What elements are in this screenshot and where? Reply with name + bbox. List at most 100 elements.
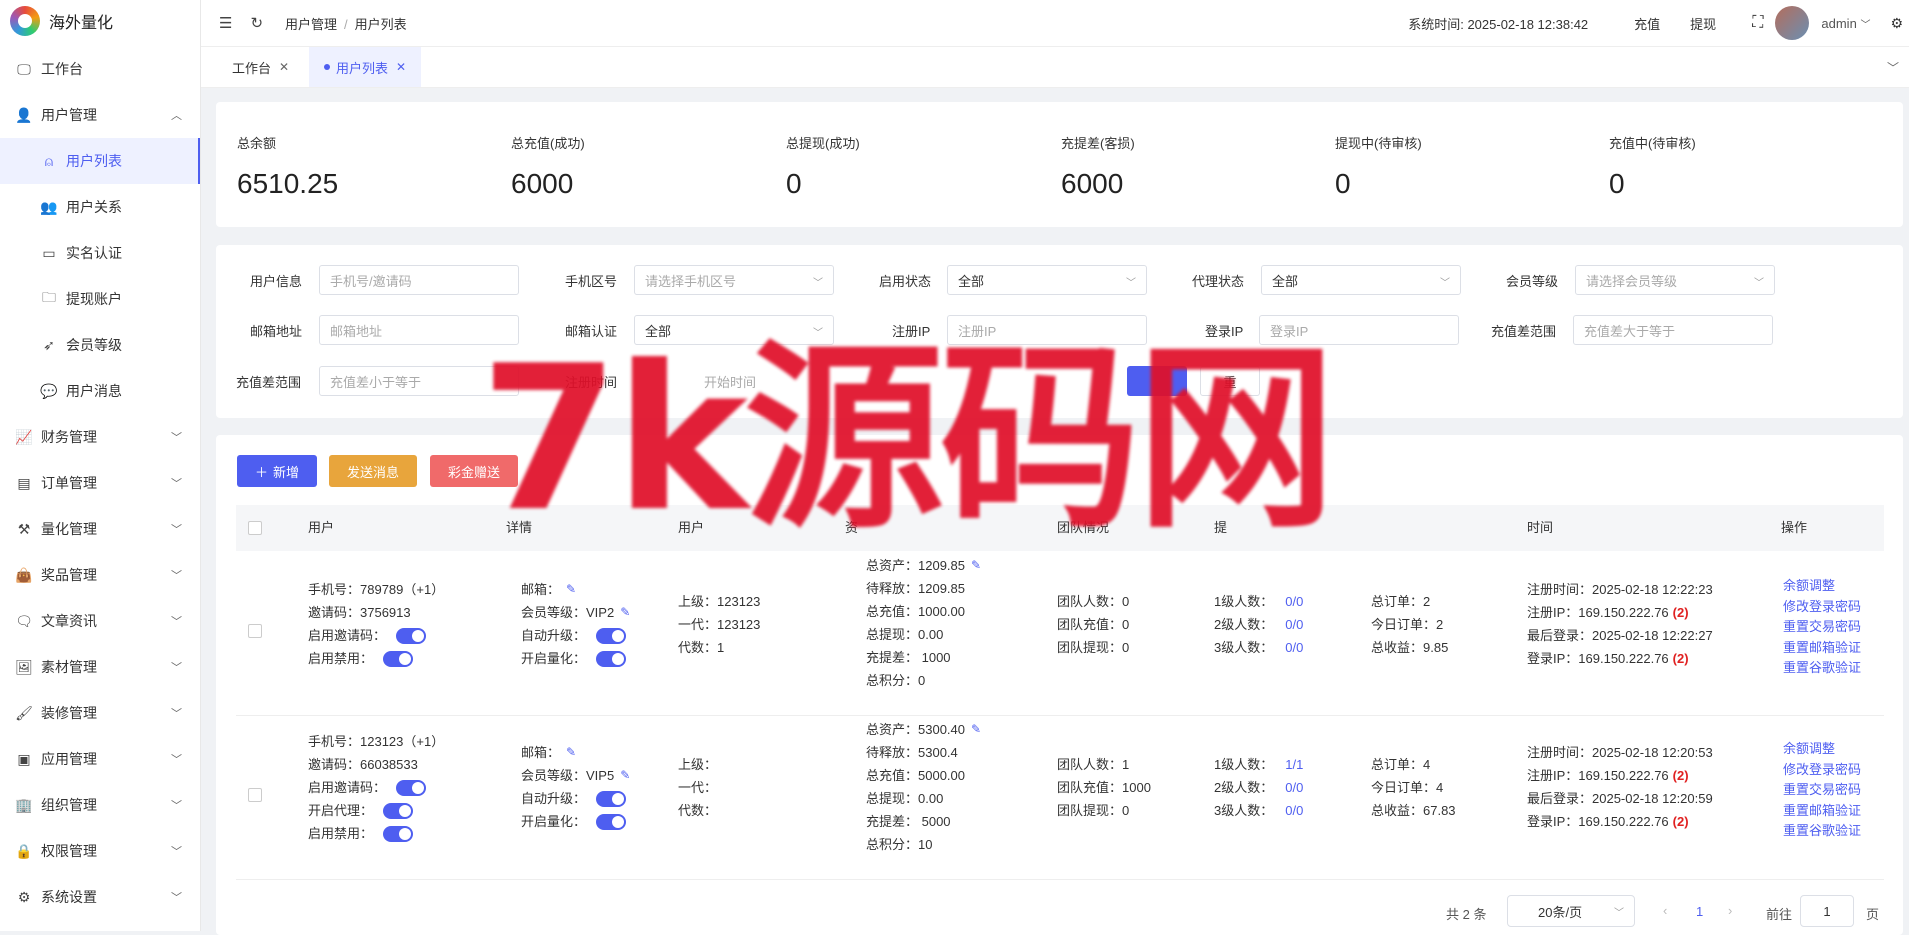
- adjust-balance-link[interactable]: 余额调整: [1783, 576, 1861, 597]
- phone-area-select[interactable]: 请选择手机区号 ﹀: [634, 265, 834, 295]
- sidebar-item-quant[interactable]: ⚒ 量化管理 ﹀: [0, 506, 200, 552]
- sidebar-item-orders[interactable]: ▤ 订单管理 ﹀: [0, 460, 200, 506]
- edit-icon[interactable]: ✎: [971, 718, 981, 741]
- sidebar-item-real-name[interactable]: ▭ 实名认证: [0, 230, 200, 276]
- reg-ip-input[interactable]: 注册IP: [947, 315, 1147, 345]
- row-checkbox[interactable]: [248, 624, 262, 638]
- sidebar-item-articles[interactable]: 🗨 文章资讯 ﹀: [0, 598, 200, 644]
- sidebar-item-user-relation[interactable]: 👥 用户关系: [0, 184, 200, 230]
- level-value[interactable]: 0/0: [1285, 799, 1303, 822]
- reset-google-verify-link[interactable]: 重置谷歌验证: [1783, 821, 1861, 842]
- col-user: 用户: [308, 520, 335, 535]
- diff-min-input[interactable]: 充值差大于等于: [1573, 315, 1773, 345]
- sidebar-item-user-list[interactable]: ⍝ 用户列表: [0, 138, 200, 184]
- sidebar-item-organization[interactable]: 🏢 组织管理 ﹀: [0, 782, 200, 828]
- login-ip-input[interactable]: 登录IP: [1259, 315, 1459, 345]
- sidebar-item-workbench[interactable]: 🖵 工作台: [0, 46, 200, 92]
- edit-icon[interactable]: ✎: [971, 554, 981, 577]
- menu-fold-icon[interactable]: ☰: [219, 14, 232, 32]
- prev-page-icon[interactable]: ‹: [1663, 903, 1667, 918]
- sidebar-item-permissions[interactable]: 🔒 权限管理 ﹀: [0, 828, 200, 874]
- agent-toggle[interactable]: [383, 802, 414, 819]
- invite-code-toggle[interactable]: [396, 627, 427, 644]
- gift-bonus-button[interactable]: 彩金赠送: [430, 455, 518, 487]
- next-page-icon[interactable]: ›: [1728, 903, 1732, 918]
- enable-toggle[interactable]: [383, 825, 414, 842]
- close-icon[interactable]: ✕: [279, 60, 289, 74]
- sidebar-item-user-management[interactable]: 👤 用户管理 ︿: [0, 92, 200, 138]
- edit-icon[interactable]: ✎: [620, 601, 630, 624]
- reset-button[interactable]: 重: [1200, 366, 1260, 396]
- reset-trade-password-link[interactable]: 重置交易密码: [1783, 780, 1861, 801]
- stat-label: 提现中(待审核): [1335, 136, 1422, 151]
- reg-time-picker[interactable]: 开始时间: [634, 366, 834, 396]
- email-input[interactable]: 邮箱地址: [319, 315, 519, 345]
- stat-label: 总余额: [237, 136, 277, 151]
- sidebar-item-settings[interactable]: ⚙ 系统设置 ﹀: [0, 874, 200, 920]
- chevron-down-icon[interactable]: ﹀: [1887, 59, 1899, 76]
- sidebar-item-user-message[interactable]: 💬 用户消息: [0, 368, 200, 414]
- refresh-icon[interactable]: ↻: [250, 14, 263, 32]
- tab-workbench[interactable]: 工作台 ✕: [217, 47, 304, 87]
- adjust-balance-link[interactable]: 余额调整: [1783, 739, 1861, 760]
- sidebar-item-decoration[interactable]: 🖌 装修管理 ﹀: [0, 690, 200, 736]
- reset-email-verify-link[interactable]: 重置邮箱验证: [1783, 801, 1861, 822]
- sidebar-item-prizes[interactable]: 👜 奖品管理 ﹀: [0, 552, 200, 598]
- avatar[interactable]: [1775, 6, 1810, 40]
- page-jump-input[interactable]: 1: [1800, 895, 1854, 927]
- enable-status-select[interactable]: 全部 ﹀: [947, 265, 1147, 295]
- change-login-password-link[interactable]: 修改登录密码: [1783, 760, 1861, 781]
- agent-status-select[interactable]: 全部 ﹀: [1261, 265, 1461, 295]
- breadcrumb-item[interactable]: 用户管理: [285, 17, 337, 32]
- withdraw-link[interactable]: 提现: [1690, 14, 1716, 33]
- gear-icon[interactable]: ⚙: [1890, 15, 1903, 32]
- edit-icon[interactable]: ✎: [566, 741, 576, 764]
- sidebar-item-withdraw-account[interactable]: 🗀 提现账户: [0, 276, 200, 322]
- page-size-select[interactable]: 20条/页 ﹀: [1507, 895, 1635, 927]
- recharge-link[interactable]: 充值: [1634, 14, 1660, 33]
- users-icon: 👥: [40, 198, 58, 215]
- tab-user-list[interactable]: 用户列表 ✕: [309, 47, 422, 87]
- auto-upgrade-toggle[interactable]: [596, 790, 627, 807]
- add-button[interactable]: ＋ 新增: [237, 455, 317, 487]
- level-value[interactable]: 1/1: [1285, 753, 1303, 776]
- reset-google-verify-link[interactable]: 重置谷歌验证: [1783, 658, 1861, 679]
- parent: 上级：: [678, 757, 718, 772]
- tabs-bar: 工作台 ✕ 用户列表 ✕ ﹀: [201, 47, 1909, 88]
- sidebar-item-materials[interactable]: 🖼 素材管理 ﹀: [0, 644, 200, 690]
- level-value[interactable]: 0/0: [1285, 636, 1303, 659]
- close-icon[interactable]: ✕: [396, 60, 406, 74]
- page-jump-value: 1: [1823, 903, 1831, 919]
- search-button[interactable]: [1127, 366, 1187, 396]
- member-level-select[interactable]: 请选择会员等级 ﹀: [1575, 265, 1775, 295]
- change-login-password-link[interactable]: 修改登录密码: [1783, 597, 1861, 618]
- auto-upgrade-toggle[interactable]: [596, 627, 627, 644]
- user-info-input[interactable]: 手机号/邀请码: [319, 265, 519, 295]
- select-all-checkbox[interactable]: [248, 521, 262, 535]
- reset-email-verify-link[interactable]: 重置邮箱验证: [1783, 638, 1861, 659]
- sidebar-item-finance[interactable]: 📈 财务管理 ﹀: [0, 414, 200, 460]
- level-value[interactable]: 0/0: [1285, 776, 1303, 799]
- row-checkbox[interactable]: [248, 788, 262, 802]
- sidebar-item-apps[interactable]: ▣ 应用管理 ﹀: [0, 736, 200, 782]
- edit-icon[interactable]: ✎: [566, 578, 576, 601]
- logo[interactable]: 海外量化: [0, 0, 200, 42]
- email-verify-select[interactable]: 全部 ﹀: [634, 315, 834, 345]
- sidebar-item-label: 用户消息: [66, 383, 122, 399]
- diff-max-input[interactable]: 充值差小于等于: [319, 366, 519, 396]
- send-message-button[interactable]: 发送消息: [329, 455, 417, 487]
- level-value[interactable]: 0/0: [1285, 590, 1303, 613]
- level-value[interactable]: 0/0: [1285, 613, 1303, 636]
- sidebar-item-member-level[interactable]: ➶ 会员等级: [0, 322, 200, 368]
- user-menu[interactable]: admin ﹀: [1821, 16, 1870, 31]
- current-page[interactable]: 1: [1696, 904, 1703, 919]
- quant-toggle[interactable]: [596, 813, 627, 830]
- reset-trade-password-link[interactable]: 重置交易密码: [1783, 617, 1861, 638]
- edit-icon[interactable]: ✎: [620, 764, 630, 787]
- invite-code-toggle[interactable]: [396, 779, 427, 796]
- quant-toggle[interactable]: [596, 650, 627, 667]
- enable-toggle[interactable]: [383, 650, 414, 667]
- sidebar-item-label: 量化管理: [41, 521, 97, 537]
- stat-value: 0: [1609, 168, 1625, 199]
- fullscreen-icon[interactable]: ⛶: [1752, 14, 1763, 32]
